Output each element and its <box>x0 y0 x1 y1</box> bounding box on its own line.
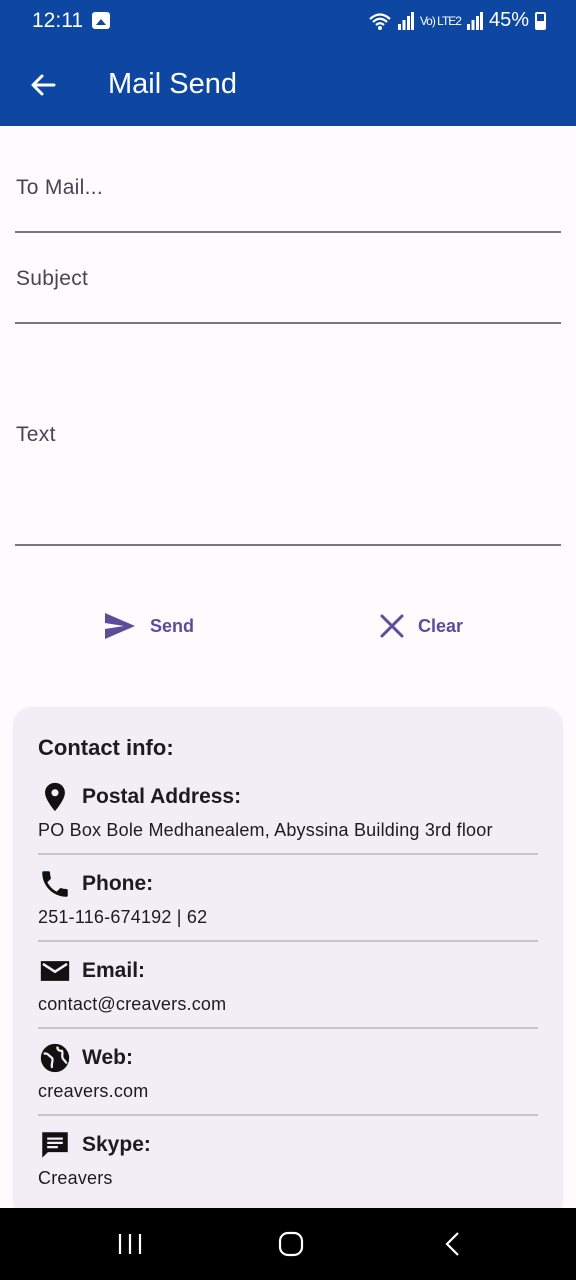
system-nav-bar <box>0 1208 576 1280</box>
phone-value: 251-116-674192 | 62 <box>38 907 208 927</box>
battery-icon <box>535 11 546 30</box>
clear-button[interactable]: Clear <box>380 604 463 648</box>
status-time: 12:11 <box>32 9 83 32</box>
subject-placeholder: Subject <box>16 267 89 290</box>
battery-percent: 45% <box>488 9 529 31</box>
signal-icon <box>397 11 414 30</box>
status-icons: Vo) LTE2 45% <box>368 9 546 32</box>
divider <box>38 853 538 855</box>
email-label: Email: <box>82 959 146 982</box>
to-mail-placeholder: To Mail... <box>16 176 104 199</box>
home-icon[interactable] <box>276 1230 306 1258</box>
phone-icon <box>42 871 68 897</box>
wifi-icon <box>369 12 391 30</box>
text-field[interactable]: Text <box>15 330 561 546</box>
chat-icon <box>42 1132 68 1158</box>
send-label: Send <box>150 615 195 636</box>
phone-label: Phone: <box>82 872 154 895</box>
send-icon <box>105 613 135 639</box>
skype-value: Creavers <box>38 1168 113 1188</box>
web-value[interactable]: creavers.com <box>38 1081 148 1102</box>
divider <box>38 940 538 942</box>
app-bar: Mail Send <box>0 44 576 126</box>
recent-apps-icon[interactable] <box>115 1230 145 1258</box>
postal-value: PO Box Bole Medhanealem, Abyssina Buildi… <box>38 820 493 840</box>
web-label: Web: <box>82 1046 133 1069</box>
email-icon <box>40 961 70 981</box>
image-icon <box>92 12 110 29</box>
clear-label: Clear <box>418 615 464 636</box>
contact-info-card: Contact info: Postal Address: PO Box Bol… <box>14 707 562 1217</box>
location-pin-icon <box>45 782 65 812</box>
contact-heading: Contact info: <box>38 735 174 760</box>
skype-label: Skype: <box>82 1133 151 1156</box>
network-type-label: Vo) LTE2 <box>419 13 462 28</box>
signal-icon <box>466 11 483 30</box>
globe-icon <box>40 1043 70 1073</box>
status-bar: 12:11 Vo) LTE2 45% <box>0 0 576 44</box>
send-button[interactable]: Send <box>104 604 194 648</box>
back-icon[interactable] <box>438 1230 468 1258</box>
email-value[interactable]: contact@creavers.com <box>38 994 226 1015</box>
postal-label: Postal Address: <box>82 785 242 808</box>
to-mail-field[interactable]: To Mail... <box>15 150 561 233</box>
subject-field[interactable]: Subject <box>15 240 561 324</box>
page-title: Mail Send <box>108 68 237 100</box>
divider <box>38 1027 538 1029</box>
close-icon <box>380 614 404 638</box>
divider <box>38 1114 538 1116</box>
text-placeholder: Text <box>16 423 56 446</box>
back-arrow-icon[interactable] <box>26 68 60 102</box>
